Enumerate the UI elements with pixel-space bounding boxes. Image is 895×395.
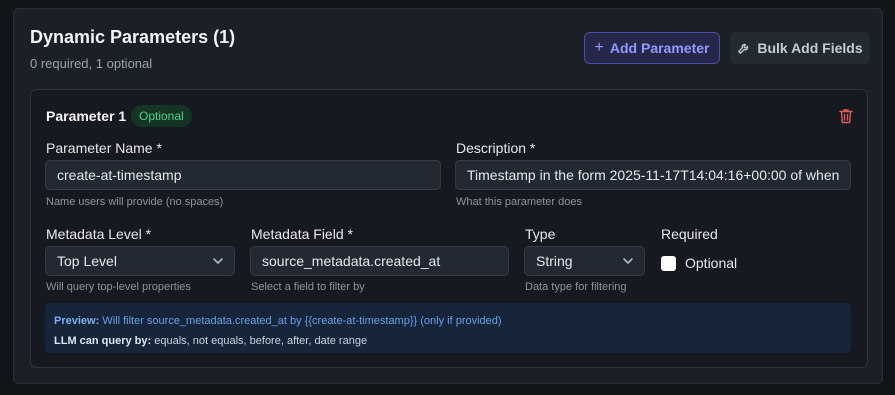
required-label: Required (661, 226, 718, 242)
parameter-count-summary: 0 required, 1 optional (30, 56, 153, 71)
type-hint: Data type for filtering (525, 281, 627, 293)
description-input[interactable]: Timestamp in the form 2025-11-17T14:04:1… (455, 160, 851, 190)
chevron-down-icon (623, 258, 633, 264)
description-hint: What this parameter does (456, 196, 582, 208)
required-toggle[interactable]: Optional (661, 255, 737, 271)
preview-line: Preview: Will filter source_metadata.cre… (54, 311, 842, 331)
add-parameter-label: Add Parameter (609, 40, 710, 56)
wrench-icon (738, 43, 749, 54)
chevron-down-icon (213, 258, 223, 264)
metadata-field-hint: Select a field to filter by (251, 281, 365, 293)
metadata-level-label: Metadata Level * (46, 226, 152, 242)
parameter-name-label: Parameter Name * (46, 140, 162, 156)
metadata-level-value: Top Level (57, 253, 117, 269)
llm-key: LLM can query by: (54, 335, 152, 347)
metadata-level-hint: Will query top-level properties (46, 281, 191, 293)
trash-icon[interactable] (839, 108, 853, 124)
preview-text: Will filter source_metadata.created_at b… (102, 315, 502, 327)
metadata-field-input[interactable]: source_metadata.created_at (250, 246, 509, 276)
metadata-level-select[interactable]: Top Level (45, 246, 235, 276)
plus-icon: + (594, 39, 604, 56)
llm-text: equals, not equals, before, after, date … (154, 335, 368, 347)
parameter-name-input[interactable]: create-at-timestamp (45, 160, 441, 190)
parameter-card: Parameter 1 Optional Parameter Name * cr… (30, 89, 868, 368)
metadata-field-label: Metadata Field * (251, 226, 353, 242)
preview-key: Preview: (54, 315, 100, 327)
dynamic-parameters-panel: Dynamic Parameters (1) 0 required, 1 opt… (13, 8, 883, 384)
llm-query-line: LLM can query by: equals, not equals, be… (54, 331, 842, 351)
description-label: Description * (456, 140, 536, 156)
type-select[interactable]: String (524, 246, 645, 276)
optional-badge: Optional (131, 105, 192, 127)
parameter-title: Parameter 1 (46, 108, 127, 124)
bulk-add-fields-button[interactable]: Bulk Add Fields (730, 32, 870, 64)
query-preview-box: Preview: Will filter source_metadata.cre… (45, 303, 851, 353)
page-title: Dynamic Parameters (1) (30, 27, 236, 47)
required-checkbox-label: Optional (685, 255, 738, 271)
bulk-add-fields-label: Bulk Add Fields (757, 40, 863, 56)
type-label: Type (525, 226, 556, 242)
add-parameter-button[interactable]: + Add Parameter (584, 32, 720, 64)
parameter-name-hint: Name users will provide (no spaces) (46, 196, 224, 208)
required-checkbox[interactable] (661, 255, 676, 271)
type-value: String (536, 253, 573, 269)
